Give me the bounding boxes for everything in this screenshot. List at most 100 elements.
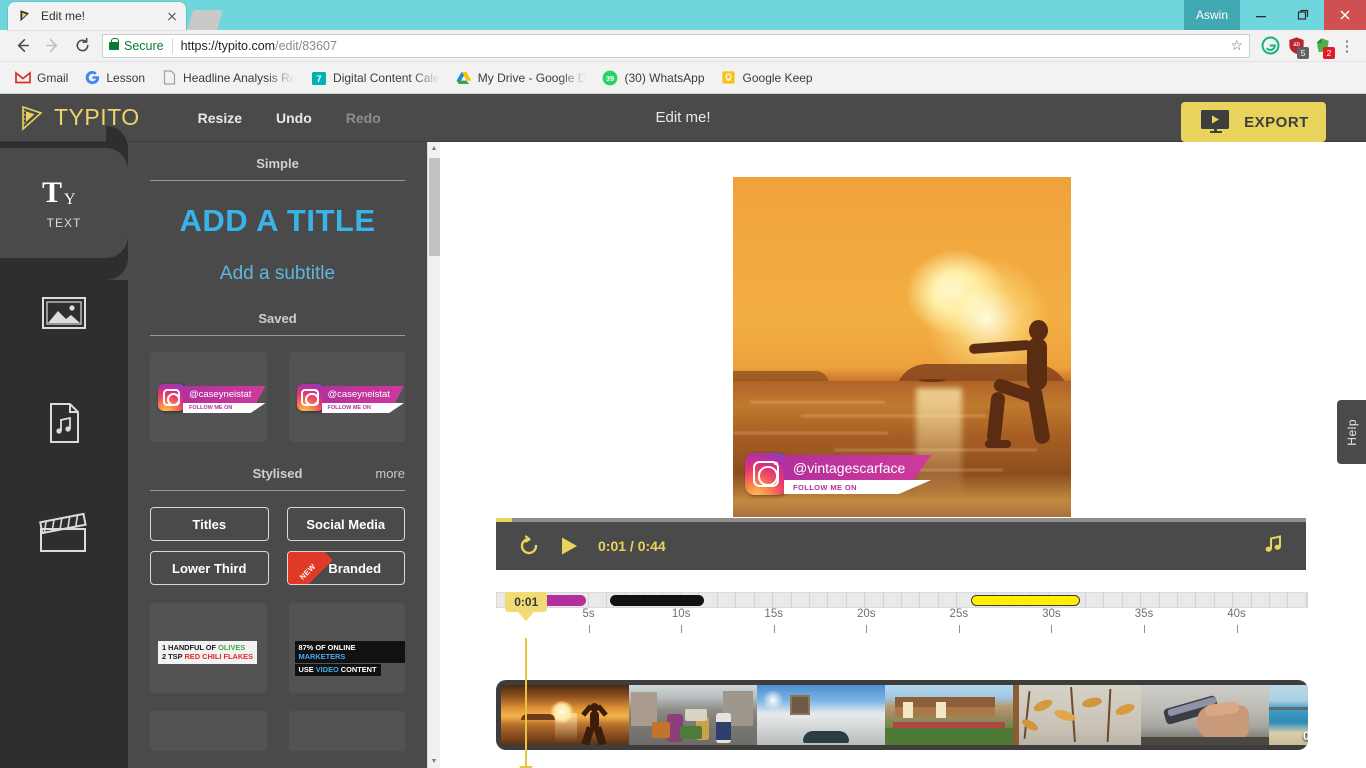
clip-sand-dune[interactable] [757, 685, 885, 745]
overlay-handle: @vintagescarface [784, 455, 932, 480]
timeline-cell[interactable] [920, 593, 939, 607]
menu-undo[interactable]: Undo [276, 110, 312, 126]
timeline-cell[interactable] [865, 593, 884, 607]
clip-street-market[interactable] [629, 685, 757, 745]
yoga-silhouette [968, 319, 1069, 517]
add-title-button[interactable]: ADD A TITLE [150, 203, 405, 239]
clip-dried-leaves[interactable] [1013, 685, 1141, 745]
window-maximize-button[interactable] [1282, 0, 1324, 30]
bookmark-gmail[interactable]: Gmail [8, 67, 75, 89]
browser-profile-name[interactable]: Aswin [1183, 0, 1240, 30]
replay-button[interactable] [518, 535, 540, 557]
project-title[interactable]: Edit me! [655, 109, 710, 126]
playhead-line[interactable] [525, 638, 528, 766]
evernote-extension-icon[interactable]: 2 [1310, 34, 1335, 59]
panel-scrollbar[interactable]: ▲ ▼ [427, 142, 440, 768]
timeline-cell[interactable] [1270, 593, 1289, 607]
window-close-button[interactable] [1324, 0, 1366, 30]
saved-card-1[interactable]: @caseyneistat FOLLOW ME ON [150, 352, 267, 442]
preset-card-marketing-stat[interactable]: 87% OF ONLINE MARKETERS USE VIDEO CONTEN… [288, 603, 405, 693]
add-subtitle-button[interactable]: Add a subtitle [150, 263, 405, 285]
rail-item-video[interactable] [0, 478, 128, 588]
clip-sunset-yoga[interactable] [501, 685, 629, 745]
timeline-ruler[interactable] [496, 592, 1308, 608]
stylised-button-branded[interactable]: NEW Branded [286, 551, 405, 585]
timeline-cell[interactable] [939, 593, 958, 607]
timeline-cell[interactable] [1215, 593, 1234, 607]
stylised-button-titles[interactable]: Titles [150, 507, 269, 541]
bookmark-google-keep[interactable]: Google Keep [714, 67, 820, 89]
timeline-cell[interactable] [1178, 593, 1197, 607]
scroll-up-arrow[interactable]: ▲ [428, 142, 440, 155]
timeline-layer-text-overlay[interactable] [610, 595, 704, 606]
window-minimize-button[interactable] [1240, 0, 1282, 30]
clip-hand-phone[interactable] [1141, 685, 1269, 745]
playhead-time-chip[interactable]: 0:01 [505, 592, 548, 612]
scroll-down-arrow[interactable]: ▼ [428, 755, 440, 768]
adblock-extension-icon[interactable]: ab 5 [1284, 34, 1309, 59]
timeline-cell[interactable] [1252, 593, 1271, 607]
bookmark-digital-content-calendar[interactable]: 7 Digital Content Cale [304, 67, 447, 89]
timeline-cell[interactable] [755, 593, 774, 607]
instagram-lower-third-overlay[interactable]: @vintagescarface FOLLOW ME ON [745, 453, 932, 495]
timeline-cell[interactable] [828, 593, 847, 607]
timeline-cell[interactable] [792, 593, 810, 607]
stylised-more-link[interactable]: more [375, 466, 405, 481]
new-tab-button[interactable] [187, 10, 223, 30]
clip-resort-garden[interactable] [885, 685, 1013, 745]
bookmark-headline-analysis[interactable]: Headline Analysis Re [154, 67, 302, 89]
audio-track-button[interactable] [1262, 533, 1284, 560]
divider [150, 335, 405, 336]
play-button[interactable] [558, 535, 580, 557]
timeline-cell[interactable] [902, 593, 921, 607]
stylised-button-lower-third[interactable]: Lower Third [150, 551, 269, 585]
rail-item-audio[interactable] [0, 368, 128, 478]
video-preview[interactable]: @vintagescarface FOLLOW ME ON [733, 177, 1071, 517]
timeline-cell[interactable] [589, 593, 608, 607]
back-button[interactable] [8, 33, 36, 59]
bookmark-star-icon[interactable]: ☆ [1230, 37, 1243, 54]
tab-close-icon[interactable] [164, 8, 180, 24]
timeline-cell[interactable] [1123, 593, 1142, 607]
timeline-cell[interactable] [810, 593, 829, 607]
timeline-cell[interactable] [718, 593, 737, 607]
help-tab[interactable]: Help [1337, 400, 1366, 464]
timeline-cell[interactable] [1233, 593, 1252, 607]
timeline-cell[interactable] [736, 593, 755, 607]
timeline-cell[interactable] [1104, 593, 1123, 607]
player-progress-bar[interactable] [496, 518, 1306, 522]
bookmark-my-drive[interactable]: My Drive - Google D [449, 67, 594, 89]
forward-button[interactable] [38, 33, 66, 59]
timeline-cell[interactable] [1086, 593, 1105, 607]
bookmark-whatsapp[interactable]: 39 (30) WhatsApp [595, 67, 711, 89]
timeline-cell[interactable] [884, 593, 902, 607]
timeline-cell[interactable] [1141, 593, 1160, 607]
timeline-cell[interactable] [847, 593, 866, 607]
menu-resize[interactable]: Resize [198, 110, 242, 126]
preset-card-4[interactable] [288, 711, 405, 751]
export-button[interactable]: EXPORT [1181, 102, 1326, 142]
bookmark-lesson[interactable]: Lesson [77, 67, 152, 89]
timeline-cell[interactable] [773, 593, 792, 607]
tab-strip: Edit me! Aswin [0, 0, 1366, 30]
clip-beach-sea[interactable]: 0:44 [1269, 685, 1308, 745]
rail-item-image[interactable] [0, 258, 128, 368]
rail-item-text[interactable]: T Y TEXT [0, 126, 128, 280]
stylised-button-social-media[interactable]: Social Media [286, 507, 405, 541]
reload-button[interactable] [68, 33, 96, 59]
address-bar[interactable]: Secure https://typito.com /edit/83607 ☆ [102, 33, 1250, 58]
browser-tab[interactable]: Edit me! [8, 2, 186, 30]
timeline-cell[interactable] [1196, 593, 1215, 607]
typito-app: TYPITO Resize Undo Redo Edit me! EXPORT [0, 94, 1366, 768]
browser-menu-icon[interactable]: ⋮ [1336, 37, 1358, 55]
timeline[interactable]: 5s 10s 15s 20s 25s 30s 35s 40s 0:01 [496, 592, 1308, 768]
preset-card-recipe[interactable]: 1 HANDFUL OF OLIVES 2 TSP RED CHILI FLAK… [150, 603, 267, 693]
clip-filmstrip[interactable]: 0:44 [496, 680, 1308, 750]
timeline-cell[interactable] [1160, 593, 1179, 607]
grammarly-extension-icon[interactable] [1258, 34, 1282, 58]
timeline-layer-selected-text[interactable] [970, 595, 1081, 606]
preset-card-3[interactable] [150, 711, 267, 751]
saved-card-2[interactable]: @caseyneistat FOLLOW ME ON [288, 352, 405, 442]
scrollbar-thumb[interactable] [429, 158, 440, 256]
timeline-cell[interactable] [1288, 593, 1307, 607]
